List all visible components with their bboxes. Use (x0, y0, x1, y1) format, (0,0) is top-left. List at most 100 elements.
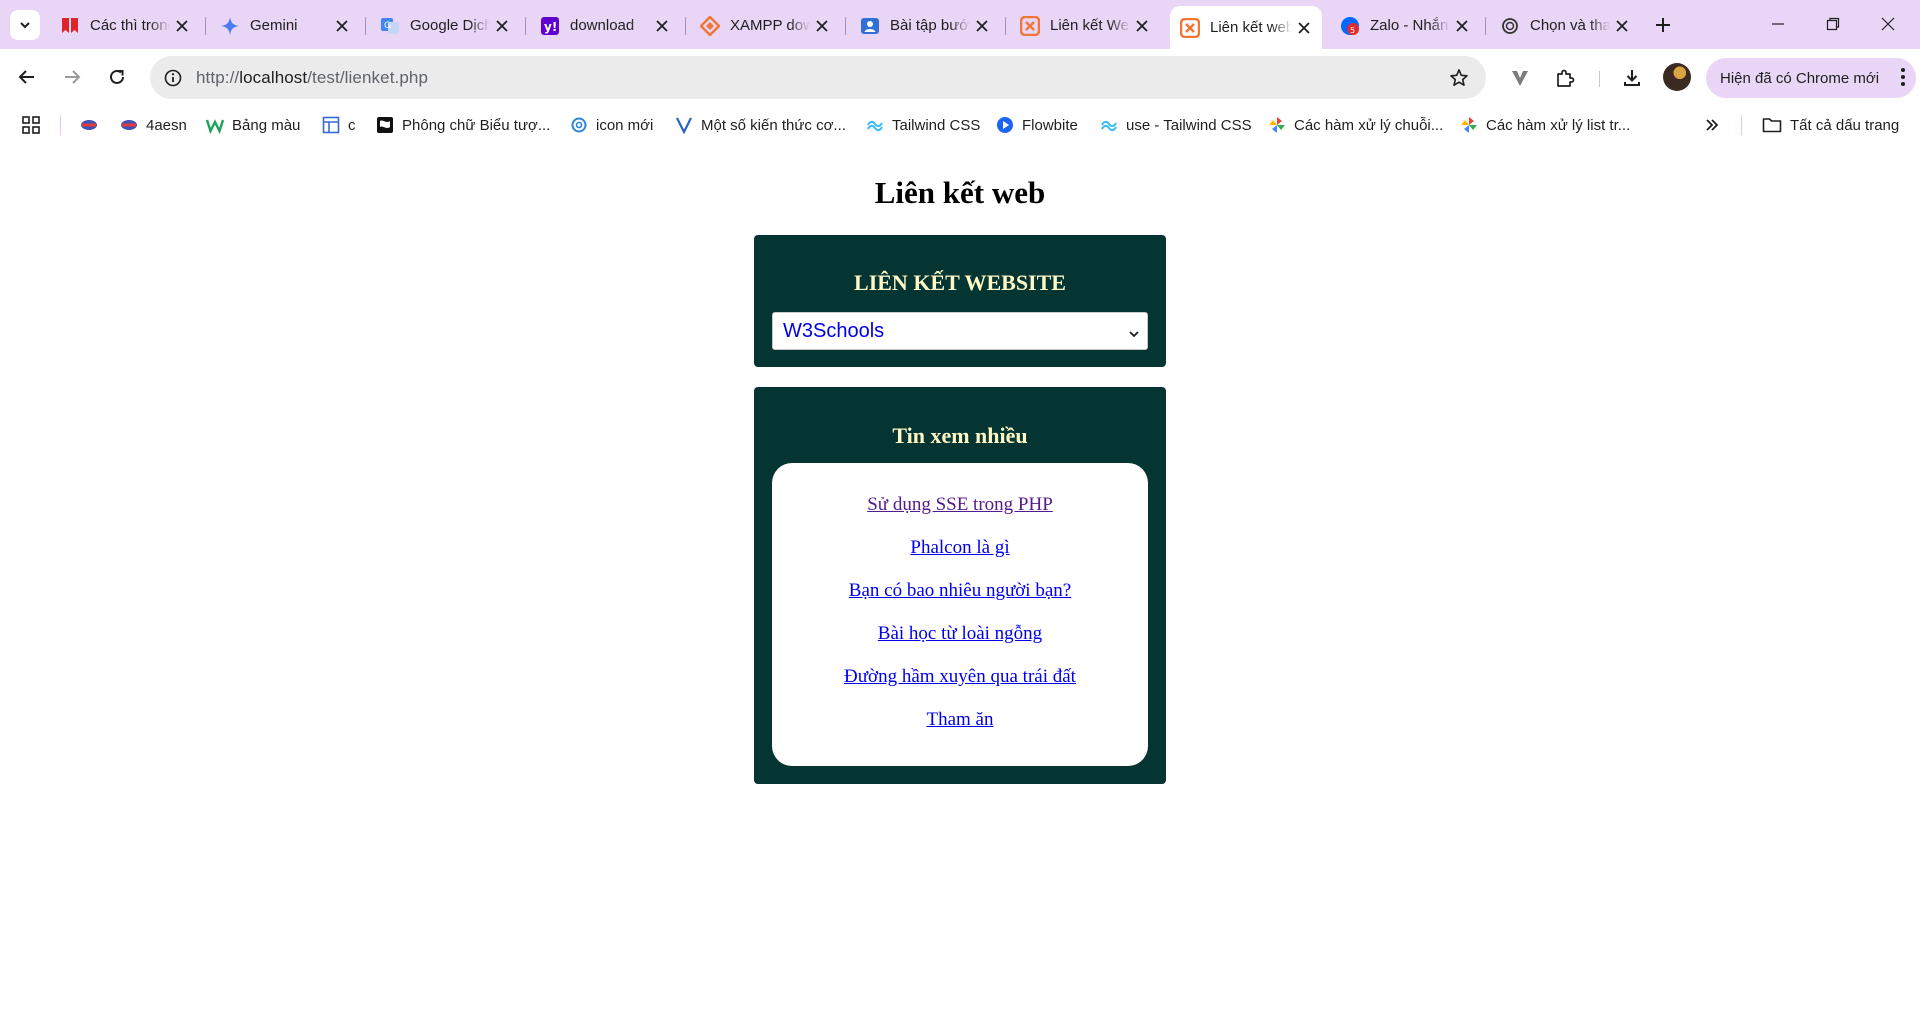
url-text[interactable]: http://localhost/test/lienket.php (196, 68, 428, 88)
tab-separator (845, 17, 846, 35)
close-icon[interactable] (330, 14, 354, 38)
toolbar-separator (1599, 71, 1600, 87)
chrome-update-label: Hiện đã có Chrome mới (1720, 69, 1880, 87)
close-icon[interactable] (1130, 14, 1154, 38)
browser-tab[interactable]: Bài tập bước (850, 9, 1000, 42)
tab-title: download (570, 17, 635, 34)
v-logo-icon (675, 116, 693, 134)
news-link[interactable]: Đường hầm xuyên qua trái đất (772, 666, 1148, 688)
minimize-button[interactable] (1756, 4, 1800, 44)
bookmark-item[interactable]: c (322, 113, 356, 137)
site-info-icon[interactable] (160, 65, 186, 91)
bookmark-item[interactable]: icon mới (570, 113, 653, 137)
tab-strip: Các thì trong Gemini G Google Dịch y! do… (0, 0, 1920, 49)
tab-separator (205, 17, 206, 35)
website-select[interactable]: W3Schools (772, 312, 1148, 350)
url-path: /test/lienket.php (307, 68, 429, 87)
bookmarks-separator (60, 115, 61, 135)
close-icon[interactable] (970, 14, 994, 38)
chevron-down-icon (1127, 324, 1141, 347)
close-window-button[interactable] (1866, 4, 1910, 44)
restore-icon (1826, 17, 1840, 31)
news-link[interactable]: Phalcon là gì (772, 537, 1148, 559)
reload-icon (110, 69, 124, 84)
extensions-puzzle-icon[interactable] (1548, 61, 1582, 95)
bookmark-label: Flowbite (1022, 116, 1078, 134)
browser-tab[interactable]: y! download (530, 9, 680, 42)
close-icon[interactable] (490, 14, 514, 38)
back-button[interactable] (9, 59, 45, 95)
tab-title: Liên kết Web (1050, 17, 1130, 34)
tab-title: Chọn và thay (1530, 17, 1610, 34)
tab-separator (685, 17, 686, 35)
apps-grid-icon (22, 116, 40, 134)
bookmark-item[interactable]: 4aesn (120, 113, 187, 137)
website-links-heading: LIÊN KẾT WEBSITE (854, 270, 1066, 295)
tab-title: XAMPP download (730, 17, 810, 34)
browser-tab[interactable]: Gemini (210, 9, 360, 42)
bookmarks-bar: 4aesn Bảng màu c Phông chữ Biểu tượ... i… (0, 107, 1920, 143)
browser-tab[interactable]: Liên kết Web (1010, 9, 1160, 42)
chrome-update-button[interactable]: Hiện đã có Chrome mới (1706, 58, 1916, 98)
bookmark-label: Tất cả dấu trang (1790, 116, 1900, 134)
website-select-value: W3Schools (783, 319, 885, 342)
profile-avatar[interactable] (1663, 63, 1691, 91)
spiral-icon (570, 116, 588, 134)
tailwind-icon (866, 116, 884, 134)
popular-news-panel: Tin xem nhiều Sử dụng SSE trong PHP Phal… (754, 387, 1166, 784)
tab-separator (1485, 17, 1486, 35)
yahoo-icon: y! (540, 16, 560, 36)
browser-tab-active[interactable]: Liên kết web (1170, 6, 1322, 49)
news-link[interactable]: Bài học từ loài ngỗng (772, 623, 1148, 645)
bookmark-star-icon[interactable] (1446, 65, 1472, 91)
browser-tab[interactable]: Các thì trong (50, 9, 200, 42)
forward-button[interactable] (54, 59, 90, 95)
bookmark-item[interactable]: Tailwind CSS (866, 113, 980, 137)
tab-separator (525, 17, 526, 35)
gemini-sparkle-icon (220, 16, 240, 36)
tab-search-button[interactable] (10, 10, 40, 40)
bookmark-label: Các hàm xử lý chuỗi... (1294, 116, 1444, 134)
more-bookmarks-button[interactable] (1704, 113, 1720, 137)
address-bar[interactable]: http://localhost/test/lienket.php (150, 56, 1486, 99)
all-bookmarks-folder[interactable]: Tất cả dấu trang (1762, 113, 1899, 137)
close-icon[interactable] (810, 14, 834, 38)
bookmark-label: use - Tailwind CSS (1126, 116, 1252, 134)
bookmark-item[interactable]: Một số kiến thức cơ... (675, 113, 846, 137)
xampp-icon (1180, 17, 1200, 38)
browser-tab[interactable]: Chọn và thay (1490, 9, 1640, 42)
news-link[interactable]: Bạn có bao nhiêu người bạn? (772, 580, 1148, 602)
downloads-icon[interactable] (1615, 61, 1649, 95)
browser-tab[interactable]: XAMPP download (690, 9, 840, 42)
bookmark-item[interactable]: Bảng màu (206, 113, 300, 137)
bookmark-item[interactable] (80, 113, 98, 137)
bookmark-label: Các hàm xử lý list tr... (1486, 116, 1631, 134)
google-translate-icon: G (380, 16, 400, 36)
apps-button[interactable] (22, 113, 40, 137)
bookmark-item[interactable]: Phông chữ Biểu tượ... (376, 113, 550, 137)
bookmark-label: 4aesn (146, 116, 187, 134)
close-icon[interactable] (650, 14, 674, 38)
bookmark-item[interactable]: Các hàm xử lý chuỗi... (1268, 113, 1443, 137)
close-icon[interactable] (1450, 14, 1474, 38)
news-link[interactable]: Sử dụng SSE trong PHP (772, 494, 1148, 516)
reload-button[interactable] (99, 59, 135, 95)
browser-tab[interactable]: 5 Zalo - Nhắn (1330, 9, 1480, 42)
v-extension-icon[interactable] (1503, 61, 1537, 95)
close-icon[interactable] (1292, 16, 1316, 40)
browser-tab[interactable]: G Google Dịch (370, 9, 520, 42)
layout-icon (322, 116, 340, 134)
close-icon[interactable] (1610, 14, 1634, 38)
pinwheel-icon (1268, 116, 1286, 134)
new-tab-button[interactable] (1648, 10, 1678, 40)
flag-bookmark-icon (80, 116, 98, 134)
bookmark-item[interactable]: use - Tailwind CSS (1100, 113, 1252, 137)
bookmark-item[interactable]: Flowbite (996, 113, 1078, 137)
bookmarks-separator (1741, 115, 1742, 135)
news-link[interactable]: Tham ăn (772, 709, 1148, 731)
zalo-icon: 5 (1340, 16, 1360, 36)
bookmark-item[interactable]: Các hàm xử lý list tr... (1460, 113, 1630, 137)
restore-button[interactable] (1811, 4, 1855, 44)
close-icon[interactable] (170, 14, 194, 38)
svg-text:5: 5 (1350, 26, 1355, 35)
